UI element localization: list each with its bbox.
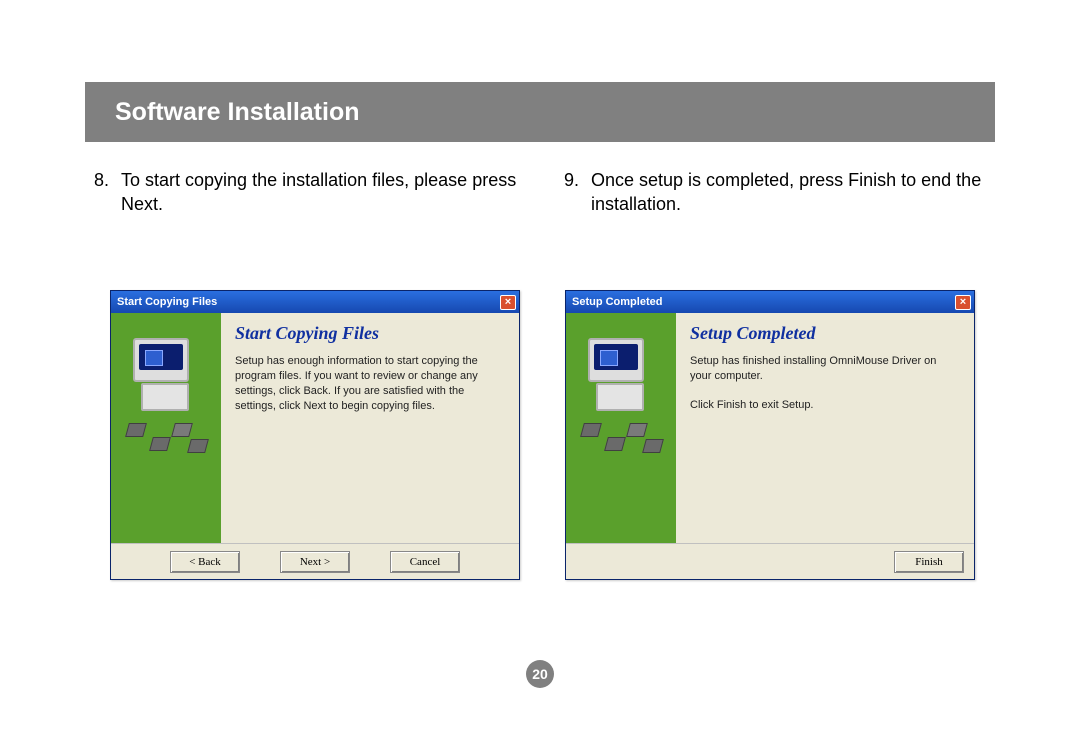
close-icon[interactable]: × (955, 295, 971, 310)
titlebar[interactable]: Setup Completed × (566, 291, 974, 313)
computer-icon (133, 338, 189, 382)
wizard-body-text: Setup has enough information to start co… (235, 354, 505, 413)
finish-button[interactable]: Finish (894, 551, 964, 573)
wizard-title: Setup Completed (690, 323, 960, 344)
wizard-graphic (566, 313, 676, 543)
page-number-badge: 20 (526, 660, 554, 688)
section-header: Software Installation (85, 82, 995, 142)
wizard-body-text: Setup has finished installing OmniMouse … (690, 354, 960, 384)
floppy-icon (149, 437, 171, 451)
step-text: To start copying the installation files,… (121, 168, 525, 217)
step-text: Once setup is completed, press Finish to… (591, 168, 995, 217)
wizard-dialog-completed: Setup Completed × Setup Completed Setup … (565, 290, 975, 580)
step-number: 9. (555, 168, 579, 217)
wizard-content: Setup Completed Setup has finished insta… (676, 313, 974, 543)
section-title: Software Installation (115, 98, 359, 127)
wizard-title: Start Copying Files (235, 323, 505, 344)
floppy-icon (642, 439, 664, 453)
computer-icon (588, 338, 644, 382)
wizard-dialog-copying: Start Copying Files × Start Copying File… (110, 290, 520, 580)
back-button[interactable]: < Back (170, 551, 240, 573)
close-icon[interactable]: × (500, 295, 516, 310)
titlebar-text: Setup Completed (572, 296, 662, 308)
instruction-row: 8. To start copying the installation fil… (85, 168, 995, 217)
wizard-content: Start Copying Files Setup has enough inf… (221, 313, 519, 543)
floppy-icon (171, 423, 193, 437)
button-row: < Back Next > Cancel (111, 543, 519, 579)
floppy-icon (187, 439, 209, 453)
button-row: Finish (566, 543, 974, 579)
instruction-step-8: 8. To start copying the installation fil… (85, 168, 525, 217)
floppy-icon (604, 437, 626, 451)
dialog-body: Start Copying Files Setup has enough inf… (111, 313, 519, 543)
computer-base-icon (141, 383, 189, 411)
floppy-icon (580, 423, 602, 437)
titlebar[interactable]: Start Copying Files × (111, 291, 519, 313)
floppy-icon (125, 423, 147, 437)
step-number: 8. (85, 168, 109, 217)
computer-base-icon (596, 383, 644, 411)
dialog-body: Setup Completed Setup has finished insta… (566, 313, 974, 543)
titlebar-text: Start Copying Files (117, 296, 217, 308)
next-button[interactable]: Next > (280, 551, 350, 573)
wizard-body-text: Click Finish to exit Setup. (690, 398, 960, 413)
instruction-step-9: 9. Once setup is completed, press Finish… (555, 168, 995, 217)
floppy-icon (626, 423, 648, 437)
wizard-graphic (111, 313, 221, 543)
cancel-button[interactable]: Cancel (390, 551, 460, 573)
